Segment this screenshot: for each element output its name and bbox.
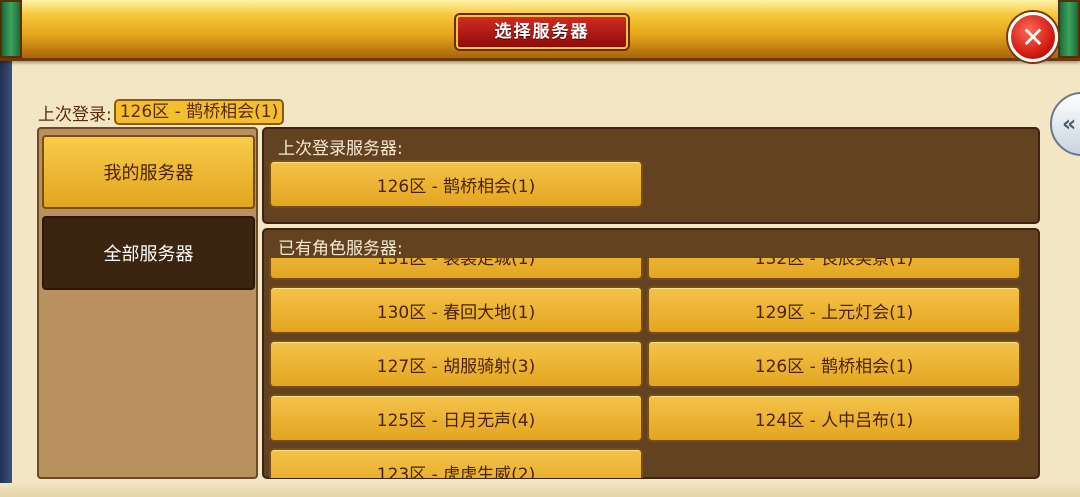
scroll-roll-right (1058, 0, 1080, 58)
close-button[interactable]: ✕ (1008, 12, 1058, 62)
last-login-value: 126区 - 鹊桥相会(1) (113, 99, 285, 125)
server-button[interactable]: 123区 - 虎虎生威(2) (269, 448, 643, 478)
server-button[interactable]: 129区 - 上元灯会(1) (647, 286, 1021, 334)
last-server-title: 上次登录服务器: (278, 139, 403, 159)
server-button[interactable]: 130区 - 春回大地(1) (269, 286, 643, 334)
server-category-sidebar: 我的服务器 全部服务器 (37, 127, 258, 479)
side-tab-button[interactable]: « (1050, 92, 1080, 156)
double-chevron-left-icon: « (1062, 111, 1077, 137)
server-button[interactable]: 132区 - 良辰美景(1) (647, 258, 1021, 280)
server-button[interactable]: 127区 - 胡服骑射(3) (269, 340, 643, 388)
last-login-label: 上次登录: (38, 104, 112, 125)
left-frame (0, 58, 12, 497)
bottom-edge (0, 483, 1080, 497)
server-button[interactable]: 124区 - 人中吕布(1) (647, 394, 1021, 442)
sidebar-item-my-servers[interactable]: 我的服务器 (42, 135, 255, 209)
last-server-button[interactable]: 126区 - 鹊桥相会(1) (269, 160, 643, 208)
server-button[interactable]: 131区 - 裘装走城(1) (269, 258, 643, 280)
page-title: 选择服务器 (456, 15, 628, 49)
server-button[interactable]: 126区 - 鹊桥相会(1) (647, 340, 1021, 388)
server-list[interactable]: 131区 - 裘装走城(1) 132区 - 良辰美景(1) 130区 - 春回大… (264, 258, 1038, 478)
server-select-panel: 选择服务器 ✕ « 上次登录: 126区 - 鹊桥相会(1) 我的服务器 全部服… (0, 0, 1080, 497)
role-servers-title: 已有角色服务器: (278, 239, 403, 259)
sidebar-item-all-servers[interactable]: 全部服务器 (42, 216, 255, 290)
server-button[interactable]: 125区 - 日月无声(4) (269, 394, 643, 442)
last-login-row: 上次登录: 126区 - 鹊桥相会(1) (38, 99, 285, 125)
scroll-roll-left (0, 0, 22, 58)
close-icon: ✕ (1021, 20, 1045, 54)
